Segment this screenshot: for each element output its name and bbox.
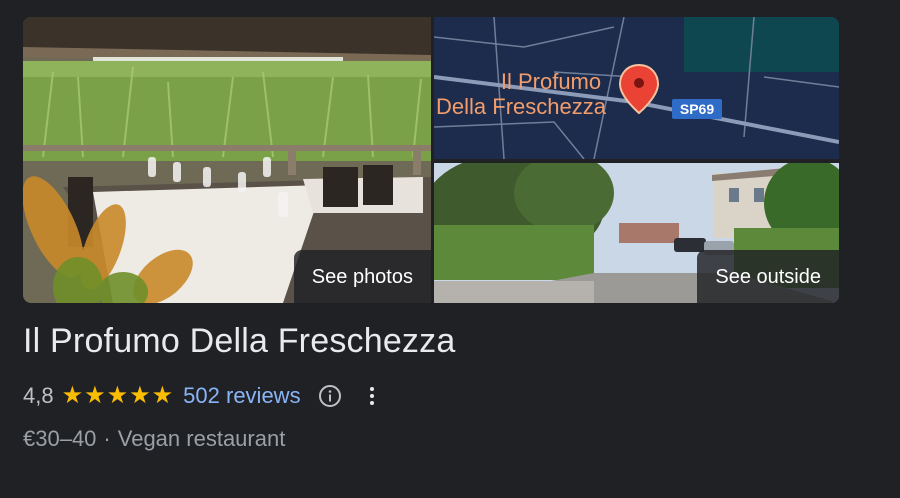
star-icon: ★ — [151, 382, 174, 409]
map-place-label-line2: Della Freschezza — [436, 94, 607, 119]
place-title: Il Profumo Della Freschezza — [23, 322, 456, 360]
category-label: Vegan restaurant — [117, 426, 286, 451]
star-icon: ★ — [106, 382, 129, 409]
map-place-label-line1: Il Profumo — [501, 69, 601, 94]
road-label: SP69 — [680, 101, 714, 117]
more-vert-icon[interactable] — [360, 384, 384, 408]
price-range: €30–40 — [23, 426, 97, 451]
separator-dot: · — [103, 426, 111, 451]
rating-value: 4,8 — [23, 383, 54, 408]
reviews-link[interactable]: 502 reviews — [183, 383, 300, 409]
see-photos-label[interactable]: See photos — [293, 250, 431, 303]
photo-gallery: See photos SP69 Il Profumo Della Fresche… — [23, 17, 839, 303]
star-icon: ★ — [129, 382, 151, 409]
rating-row: 4,8 ★ ★ ★ ★ ★ 502 reviews — [23, 380, 384, 412]
see-outside-tile[interactable]: See outside — [434, 163, 839, 303]
see-photos-tile[interactable]: See photos — [23, 17, 431, 303]
info-icon[interactable] — [318, 384, 342, 408]
map-thumbnail: SP69 Il Profumo Della Freschezza — [434, 17, 839, 159]
meta-row: €30–40 · Vegan restaurant — [23, 424, 285, 454]
star-icon: ★ — [84, 382, 106, 409]
star-rating: ★ ★ ★ ★ ★ — [62, 384, 175, 408]
star-icon: ★ — [61, 382, 84, 409]
map-tile[interactable]: SP69 Il Profumo Della Freschezza — [434, 17, 839, 159]
see-outside-label[interactable]: See outside — [697, 250, 839, 303]
